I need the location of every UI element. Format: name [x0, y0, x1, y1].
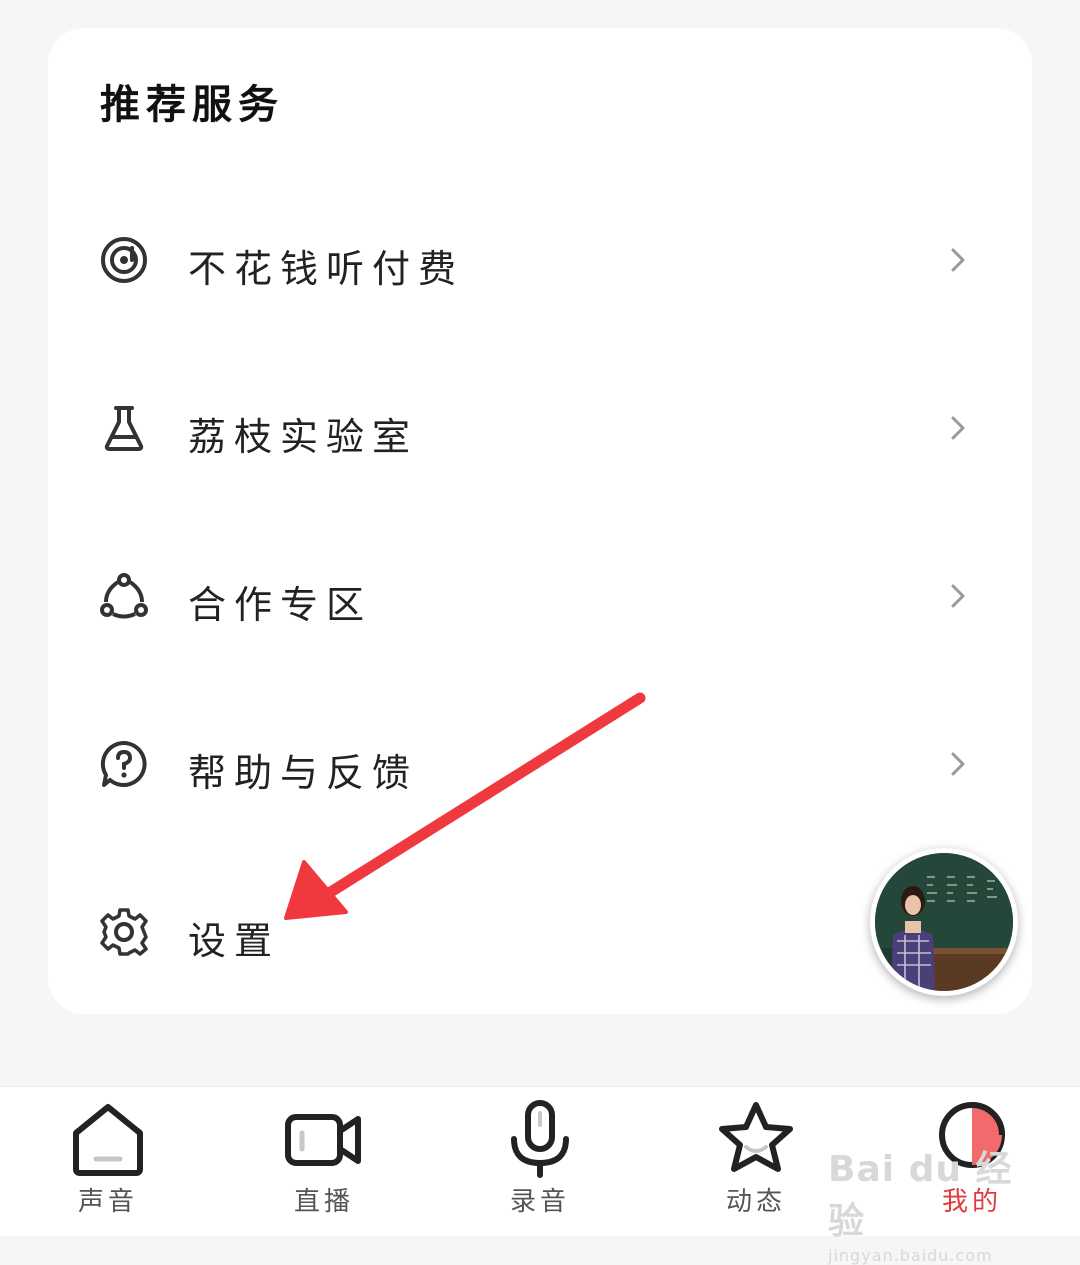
star-icon	[716, 1099, 796, 1179]
section-title: 推荐服务	[100, 82, 284, 128]
menu-item-label: 帮助与反馈	[188, 751, 419, 795]
menu-item-lizhi-lab[interactable]: 荔枝实验室	[48, 368, 1032, 488]
video-thumbnail	[875, 853, 1013, 991]
menu-item-label: 荔枝实验室	[188, 415, 419, 459]
tab-live[interactable]: 直播	[216, 1087, 432, 1236]
flask-icon	[98, 402, 150, 454]
menu-item-label: 不花钱听付费	[188, 247, 465, 291]
tab-record[interactable]: 录音	[432, 1087, 648, 1236]
watermark-url: jingyan.baidu.com	[828, 1246, 993, 1265]
chevron-right-icon	[946, 580, 970, 612]
video-camera-icon	[284, 1099, 364, 1179]
tab-label: 声音	[77, 1187, 138, 1217]
chevron-right-icon	[946, 412, 970, 444]
help-bubble-icon	[98, 738, 150, 790]
microphone-icon	[500, 1099, 580, 1179]
menu-item-label: 合作专区	[188, 583, 373, 627]
floating-video-player[interactable]	[870, 848, 1018, 996]
menu-item-help-feedback[interactable]: 帮助与反馈	[48, 704, 1032, 824]
menu-item-partnership[interactable]: 合作专区	[48, 536, 1032, 656]
gear-icon	[98, 906, 150, 958]
tab-label: 录音	[509, 1187, 570, 1217]
menu-item-free-paid-listening[interactable]: 不花钱听付费	[48, 200, 1032, 320]
home-icon	[68, 1099, 148, 1179]
menu-item-label: 设置	[188, 919, 281, 963]
tab-sound[interactable]: 声音	[0, 1087, 216, 1236]
chevron-right-icon	[946, 748, 970, 780]
watermark-logo: Bai du 经验	[828, 1149, 1013, 1242]
tab-label: 直播	[293, 1187, 354, 1217]
music-disc-icon	[98, 234, 150, 286]
baidu-jingyan-watermark: Bai du 经验 jingyan.baidu.com	[828, 1140, 1028, 1265]
share-nodes-icon	[98, 570, 150, 622]
chevron-right-icon	[946, 244, 970, 276]
